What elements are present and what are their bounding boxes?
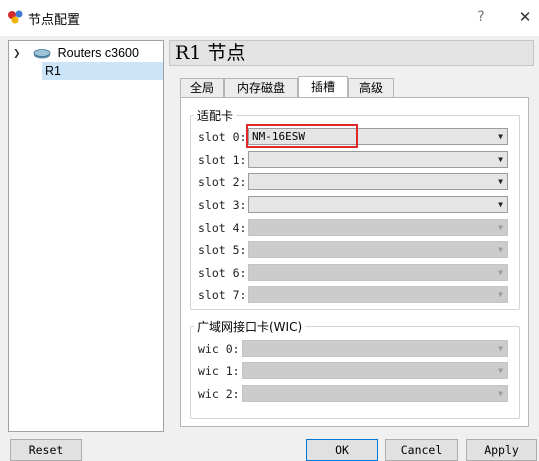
slot-7-select[interactable]: ▼ — [248, 286, 508, 303]
wic-2-select[interactable]: ▼ — [242, 385, 508, 402]
tab-advanced[interactable]: 高级 — [348, 78, 394, 98]
slot-6-label: slot 6: — [198, 266, 247, 280]
chevron-down-icon: ▼ — [498, 155, 503, 164]
slot-7-label: slot 7: — [198, 288, 247, 302]
wic-0-label: wic 0: — [198, 342, 240, 356]
chevron-down-icon: ▼ — [498, 344, 503, 353]
wic-group-title: 广域网接口卡(WIC) — [197, 320, 303, 334]
slot-0-label: slot 0: — [198, 130, 247, 144]
close-button[interactable]: ✕ — [514, 6, 536, 28]
chevron-down-icon: ▼ — [498, 290, 503, 299]
chevron-down-icon[interactable]: ❯ — [13, 45, 25, 63]
slot-5-select[interactable]: ▼ — [248, 241, 508, 258]
app-icon — [8, 10, 23, 24]
tree-item-label: Routers c3600 — [57, 46, 139, 60]
slot-2-select[interactable]: ▼ — [248, 173, 508, 190]
tab-memory-disk[interactable]: 内存磁盘 — [224, 78, 298, 98]
tree-item-label: R1 — [45, 64, 61, 78]
window-title: 节点配置 — [28, 13, 81, 28]
chevron-down-icon: ▼ — [498, 389, 503, 398]
title-bar: 节点配置 ? ✕ — [0, 0, 539, 36]
node-tree: ❯ Routers c3600 R1 — [8, 40, 164, 432]
slot-1-label: slot 1: — [198, 153, 247, 167]
wic-0-select[interactable]: ▼ — [242, 340, 508, 357]
slot-3-select[interactable]: ▼ — [248, 196, 508, 213]
chevron-down-icon: ▼ — [498, 132, 503, 141]
slot-4-select[interactable]: ▼ — [248, 219, 508, 236]
adapters-group-title: 适配卡 — [197, 109, 234, 123]
chevron-down-icon: ▼ — [498, 366, 503, 375]
wic-2-label: wic 2: — [198, 387, 240, 401]
wic-1-label: wic 1: — [198, 364, 240, 378]
chevron-down-icon: ▼ — [498, 177, 503, 186]
tree-item-routers[interactable]: ❯ Routers c3600 — [13, 44, 163, 62]
slot-2-label: slot 2: — [198, 175, 247, 189]
tab-slots[interactable]: 插槽 — [298, 76, 348, 97]
highlight-box — [246, 124, 358, 148]
chevron-down-icon: ▼ — [498, 245, 503, 254]
router-icon — [33, 48, 51, 58]
slot-4-label: slot 4: — [198, 221, 247, 235]
chevron-down-icon: ▼ — [498, 200, 503, 209]
help-button[interactable]: ? — [470, 6, 492, 28]
chevron-down-icon: ▼ — [498, 223, 503, 232]
slot-6-select[interactable]: ▼ — [248, 264, 508, 281]
chevron-down-icon: ▼ — [498, 268, 503, 277]
node-header: R1 节点 — [169, 40, 534, 66]
tab-general[interactable]: 全局 — [180, 78, 224, 98]
tree-item-r1[interactable]: R1 — [42, 62, 163, 80]
slot-3-label: slot 3: — [198, 198, 247, 212]
slot-5-label: slot 5: — [198, 243, 247, 257]
wic-1-select[interactable]: ▼ — [242, 362, 508, 379]
slot-1-select[interactable]: ▼ — [248, 151, 508, 168]
page-title: R1 节点 — [175, 42, 246, 64]
